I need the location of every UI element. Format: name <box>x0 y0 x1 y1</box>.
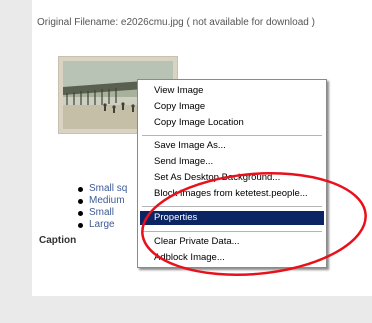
menu-item-save-image-as[interactable]: Save Image As... <box>140 139 324 153</box>
size-link-large[interactable]: Large <box>89 219 115 230</box>
menu-separator <box>142 206 322 207</box>
menu-separator <box>142 231 322 232</box>
size-link-medium[interactable]: Medium <box>89 195 125 206</box>
menu-item-copy-image-location[interactable]: Copy Image Location <box>140 116 324 130</box>
size-link-small[interactable]: Small <box>89 207 114 218</box>
browser-page: Original Filename: e2026cmu.jpg ( not av… <box>0 0 372 323</box>
size-links-list: Small sq Medium Small Large <box>78 183 127 231</box>
menu-item-send-image[interactable]: Send Image... <box>140 155 324 169</box>
caption-label: Caption <box>39 235 77 246</box>
list-item: Large <box>78 219 127 231</box>
menu-item-clear-private-data[interactable]: Clear Private Data... <box>140 235 324 249</box>
menu-item-block-images[interactable]: Block Images from ketetest.people... <box>140 187 324 201</box>
context-menu: View Image Copy Image Copy Image Locatio… <box>137 79 327 268</box>
filename-caption: Original Filename: e2026cmu.jpg ( not av… <box>37 17 315 28</box>
menu-item-properties[interactable]: Properties <box>140 211 324 225</box>
list-item: Medium <box>78 195 127 207</box>
size-link-small-square[interactable]: Small sq <box>89 183 127 194</box>
menu-item-view-image[interactable]: View Image <box>140 84 324 98</box>
menu-item-adblock-image[interactable]: Adblock Image... <box>140 251 324 265</box>
menu-separator <box>142 135 322 136</box>
menu-item-set-desktop-background[interactable]: Set As Desktop Background... <box>140 171 324 185</box>
menu-item-copy-image[interactable]: Copy Image <box>140 100 324 114</box>
list-item: Small <box>78 207 127 219</box>
list-item: Small sq <box>78 183 127 195</box>
